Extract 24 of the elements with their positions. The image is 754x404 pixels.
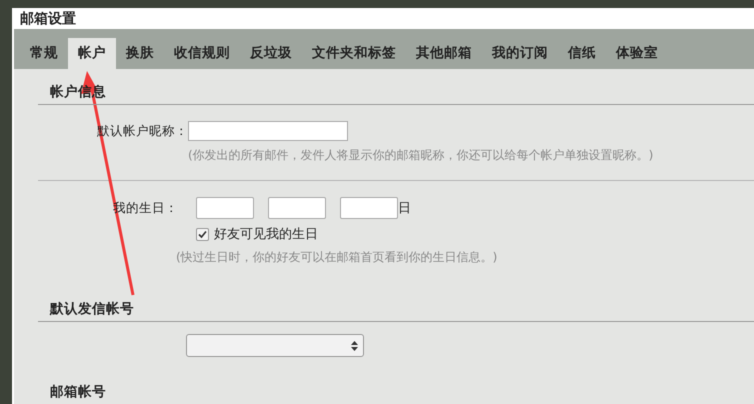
tab[interactable]: 我的订阅 [482,38,558,69]
tab[interactable]: 信纸 [558,38,606,69]
tab[interactable]: 其他邮箱 [406,38,482,69]
window-title: 邮箱设置 [19,10,77,28]
hint-text: (快过生日时，你的好友可以在邮箱首页看到你的生日信息。) [176,249,498,266]
tab[interactable]: 常规 [20,38,68,69]
tab[interactable]: 换肤 [116,38,164,69]
tab[interactable]: 体验室 [606,38,668,69]
section-heading: 默认发信帐号 [38,296,754,322]
month-select[interactable] [268,197,326,219]
checkbox[interactable] [196,228,209,240]
hint-text: (你发出的所有邮件，发件人将显示你的邮箱昵称，你还可以给每个帐户单独设置昵称。) [188,147,654,164]
day-label: 日 [398,200,411,217]
sender-dropdown[interactable] [186,334,364,357]
tab[interactable]: 反垃圾 [240,38,302,69]
year-select[interactable] [196,197,254,219]
checkbox-label: 好友可见我的生日 [214,226,318,243]
day-select[interactable] [340,197,398,219]
updown-icon [351,340,358,350]
section-heading: 邮箱帐号 [49,383,107,402]
tab[interactable]: 帐户 [68,38,116,69]
tab[interactable]: 收信规则 [164,38,240,69]
nickname-field[interactable] [188,121,348,141]
tab[interactable]: 文件夹和标签 [302,38,406,69]
